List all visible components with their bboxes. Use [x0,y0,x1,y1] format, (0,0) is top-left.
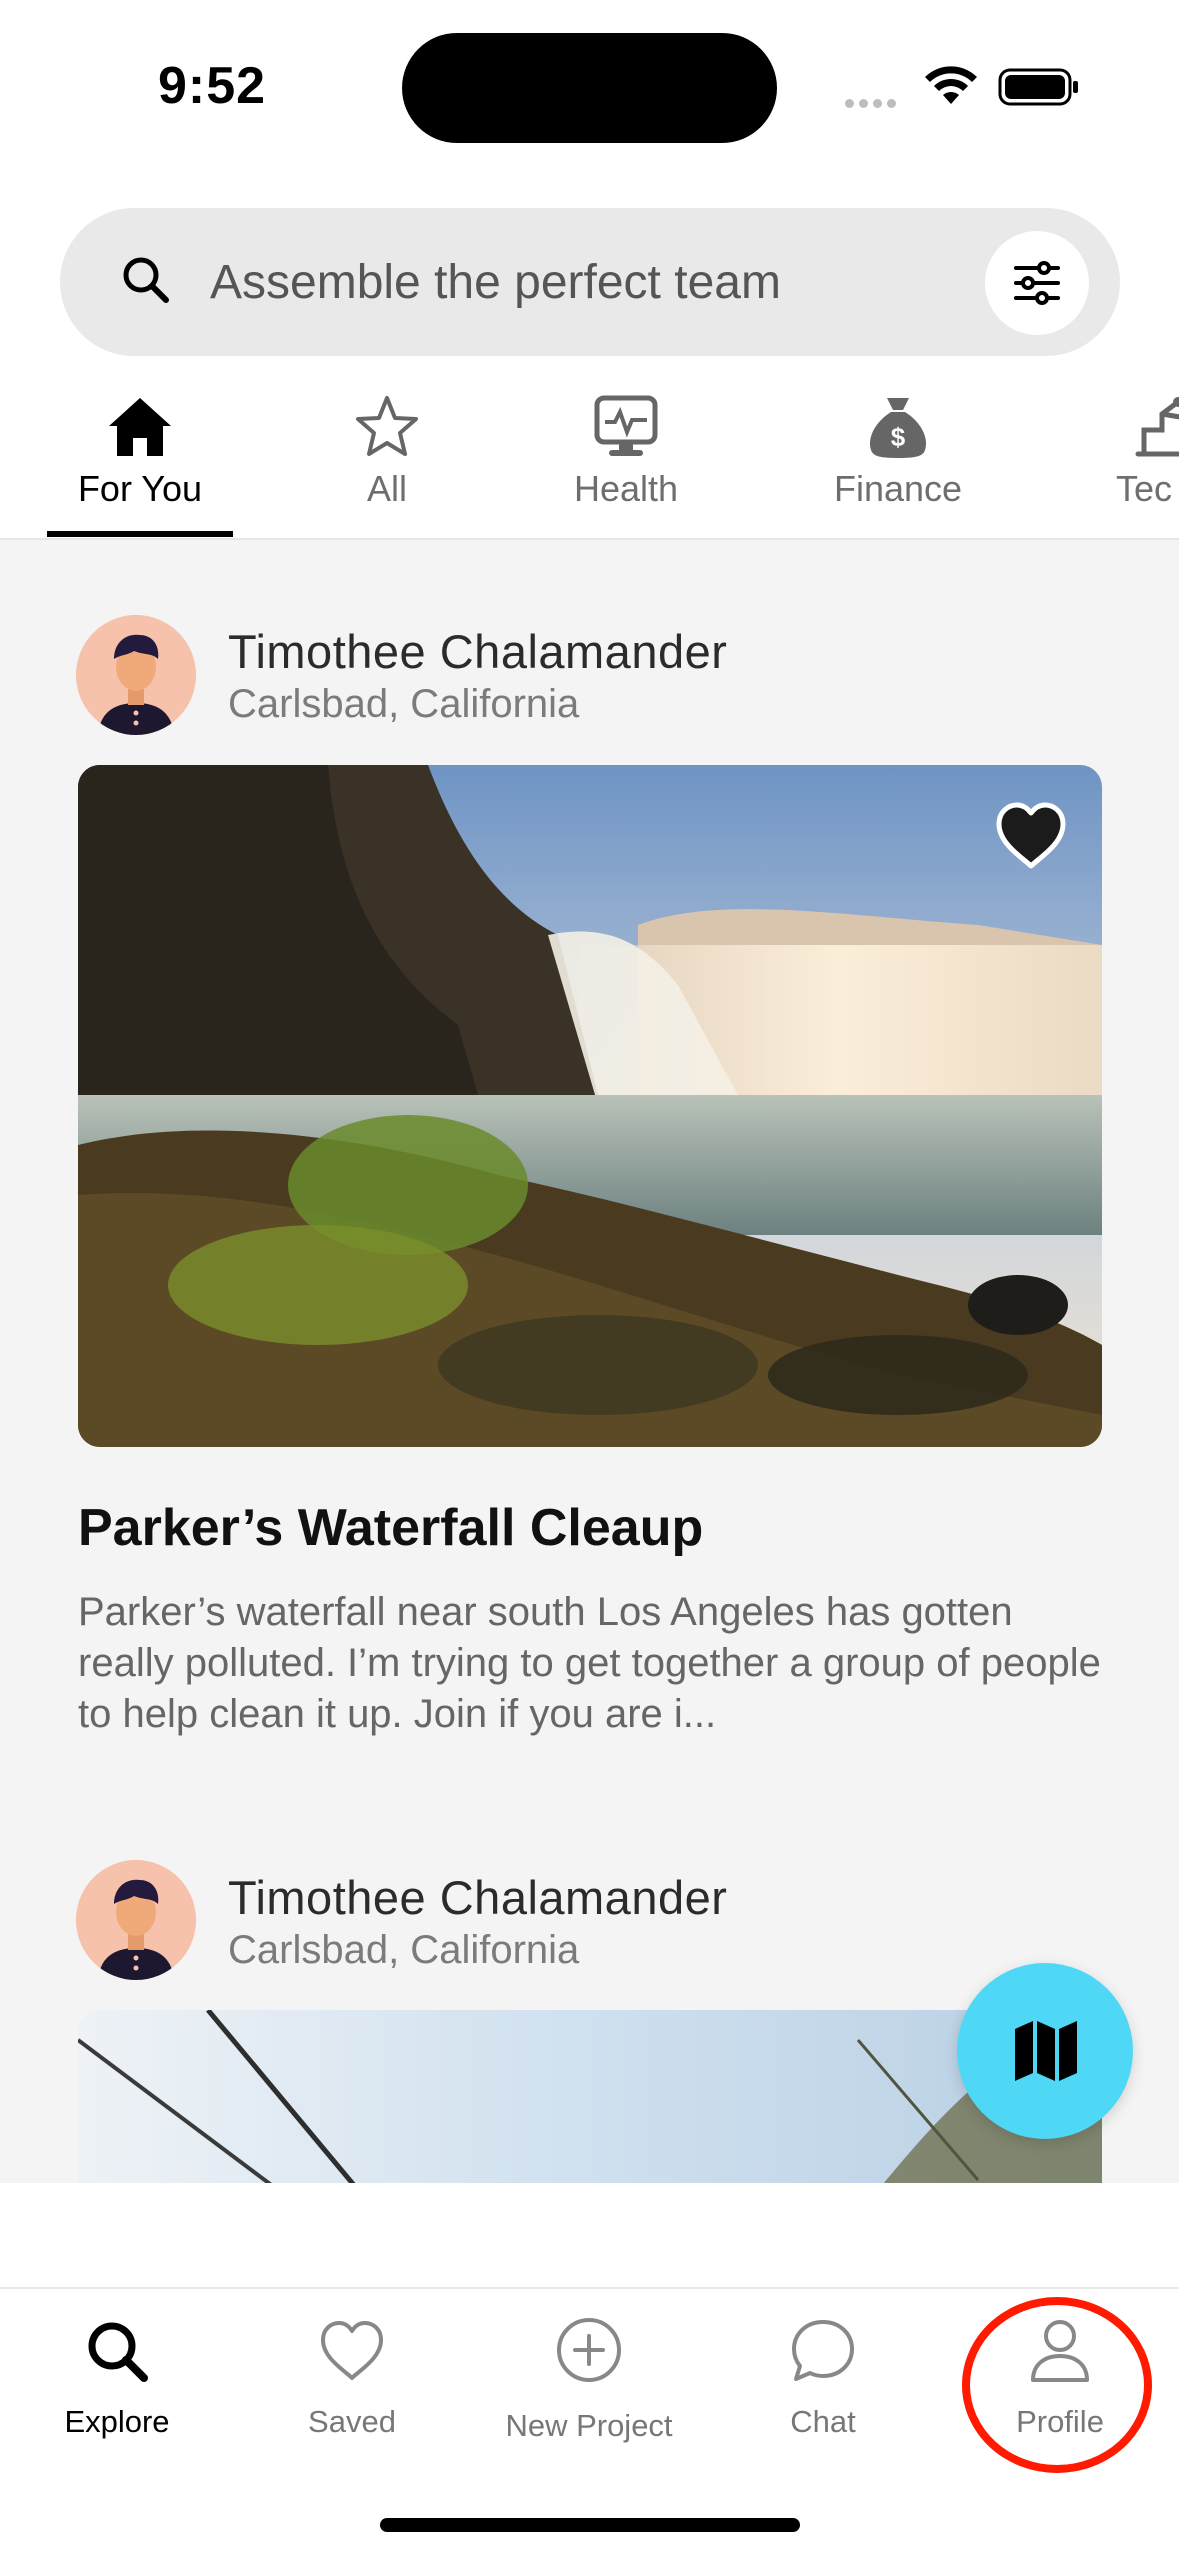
post-image[interactable] [78,2010,1102,2183]
tab-label: All [366,468,407,509]
author-name[interactable]: Timothee Chalamander [228,624,727,679]
person-avatar-icon [76,615,196,735]
money-bag-icon: $ [869,398,927,458]
save-heart-icon[interactable] [993,800,1069,872]
nav-chat[interactable]: Chat [723,2312,923,2452]
star-icon [356,396,418,456]
home-icon [109,398,171,456]
category-tabs: For You All Health $ Finance Tec [0,380,1179,540]
tab-finance[interactable]: $ Finance [798,380,998,538]
feed: Timothee Chalamander Carlsbad, Californi… [0,540,1179,2183]
waterfall-photo [78,765,1102,1447]
tab-health[interactable]: Health [526,380,726,538]
heart-icon [321,2321,383,2380]
search-input[interactable] [210,250,970,314]
post-image[interactable] [78,765,1102,1447]
cellular-signal-icon [845,95,905,109]
tab-for-you[interactable]: For You [40,380,240,538]
nav-explore[interactable]: Explore [17,2312,217,2452]
tech-icon [1135,397,1179,457]
author-avatar[interactable] [76,615,196,735]
tab-all[interactable]: All [287,380,487,538]
post-title[interactable]: Parker’s Waterfall Cleaup [78,1498,703,1558]
tab-tech[interactable]: Tec [1110,380,1179,538]
plus-circle-icon [557,2318,621,2382]
status-time: 9:52 [158,57,267,115]
map-view-button[interactable] [957,1963,1133,2139]
post-description: Parker’s waterfall near south Los Angele… [78,1590,1101,1736]
grass-photo [78,2010,1102,2183]
active-tab-indicator [47,531,233,537]
profile-highlight-annotation [962,2297,1152,2473]
author-location: Carlsbad, California [228,1928,580,1972]
author-location: Carlsbad, California [228,682,580,726]
nav-saved[interactable]: Saved [252,2312,452,2452]
wifi-icon [925,66,977,104]
person-avatar-icon [76,1860,196,1980]
map-icon [1015,2021,1077,2081]
tab-label: Tec [1116,468,1173,509]
health-monitor-icon [594,395,658,456]
nav-label: Saved [308,2404,396,2439]
search-icon [88,2322,148,2382]
tab-label: Health [573,468,679,509]
filter-button[interactable] [985,231,1089,335]
home-indicator [380,2518,800,2532]
author-name[interactable]: Timothee Chalamander [228,1870,727,1925]
nav-label: New Project [505,2408,673,2443]
tab-label: Finance [833,468,963,509]
sliders-icon [1014,261,1060,305]
battery-icon [998,68,1078,106]
author-avatar[interactable] [76,1860,196,1980]
dynamic-island [402,33,777,143]
nav-label: Explore [64,2404,170,2439]
nav-label: Chat [790,2404,856,2439]
nav-new-project[interactable]: New Project [489,2312,689,2452]
chat-bubble-icon [792,2320,854,2381]
search-icon [123,257,169,303]
tab-label: For You [77,468,203,509]
svg-text:$: $ [891,422,906,452]
status-bar: 9:52 [0,0,1179,180]
divider [0,2287,1179,2289]
